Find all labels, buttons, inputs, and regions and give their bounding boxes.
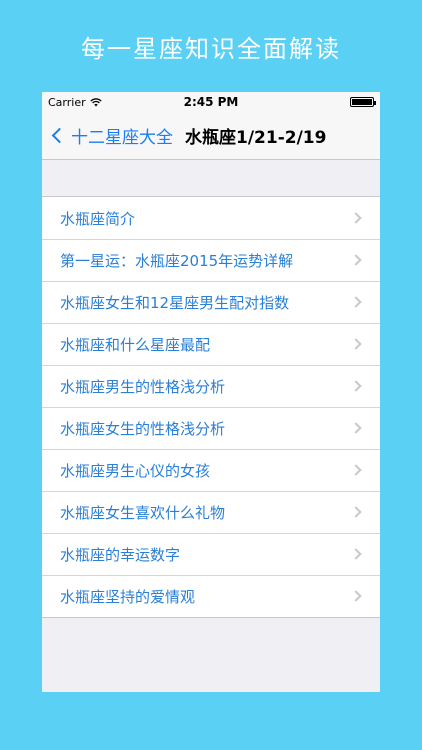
promo-banner-title: 每一星座知识全面解读 xyxy=(81,34,341,63)
list-item-label: 水瓶座女生喜欢什么礼物 xyxy=(60,503,226,522)
chevron-right-icon xyxy=(350,254,362,266)
list-item[interactable]: 水瓶座男生的性格浅分析 xyxy=(42,365,380,407)
chevron-right-icon xyxy=(350,338,362,350)
chevron-right-icon xyxy=(350,590,362,602)
list-item-label: 水瓶座男生的性格浅分析 xyxy=(60,377,226,396)
status-bar: Carrier 2:45 PM xyxy=(42,92,380,112)
chevron-right-icon xyxy=(350,296,362,308)
list-item-label: 第一星运：水瓶座2015年运势详解 xyxy=(60,251,294,270)
list-item[interactable]: 第一星运：水瓶座2015年运势详解 xyxy=(42,239,380,281)
chevron-left-icon xyxy=(51,127,68,144)
chevron-right-icon xyxy=(350,422,362,434)
list-item-label: 水瓶座女生的性格浅分析 xyxy=(60,419,226,438)
chevron-right-icon xyxy=(350,506,362,518)
chevron-right-icon xyxy=(350,464,362,476)
list-item[interactable]: 水瓶座女生喜欢什么礼物 xyxy=(42,491,380,533)
list-item[interactable]: 水瓶座的幸运数字 xyxy=(42,533,380,575)
list-item[interactable]: 水瓶座女生的性格浅分析 xyxy=(42,407,380,449)
list-item[interactable]: 水瓶座男生心仪的女孩 xyxy=(42,449,380,491)
battery-icon xyxy=(350,97,376,107)
list-item-label: 水瓶座男生心仪的女孩 xyxy=(60,461,211,480)
list-item[interactable]: 水瓶座女生和12星座男生配对指数 xyxy=(42,281,380,323)
list-item-label: 水瓶座和什么星座最配 xyxy=(60,335,211,354)
list-item-label: 水瓶座的幸运数字 xyxy=(60,545,181,564)
list-item-label: 水瓶座坚持的爱情观 xyxy=(60,587,196,606)
navigation-bar: 十二星座大全 水瓶座1/21-2/19 xyxy=(42,112,380,160)
back-button-label: 十二星座大全 xyxy=(71,128,173,148)
list-item[interactable]: 水瓶座坚持的爱情观 xyxy=(42,575,380,617)
list-item-label: 水瓶座女生和12星座男生配对指数 xyxy=(60,293,290,312)
list-item[interactable]: 水瓶座和什么星座最配 xyxy=(42,323,380,365)
chevron-right-icon xyxy=(350,380,362,392)
page-title: 水瓶座1/21-2/19 xyxy=(185,128,327,148)
list-item[interactable]: 水瓶座简介 xyxy=(42,197,380,239)
list-item-label: 水瓶座简介 xyxy=(60,209,136,228)
chevron-right-icon xyxy=(350,212,362,224)
back-button[interactable]: 十二星座大全 xyxy=(50,123,173,148)
status-time: 2:45 PM xyxy=(183,95,239,109)
topic-list: 水瓶座简介 第一星运：水瓶座2015年运势详解 水瓶座女生和12星座男生配对指数… xyxy=(42,196,380,618)
chevron-right-icon xyxy=(350,548,362,560)
phone-screen: Carrier 2:45 PM 十二星座大全 水瓶座1/21-2/19 水瓶座简… xyxy=(42,92,380,692)
